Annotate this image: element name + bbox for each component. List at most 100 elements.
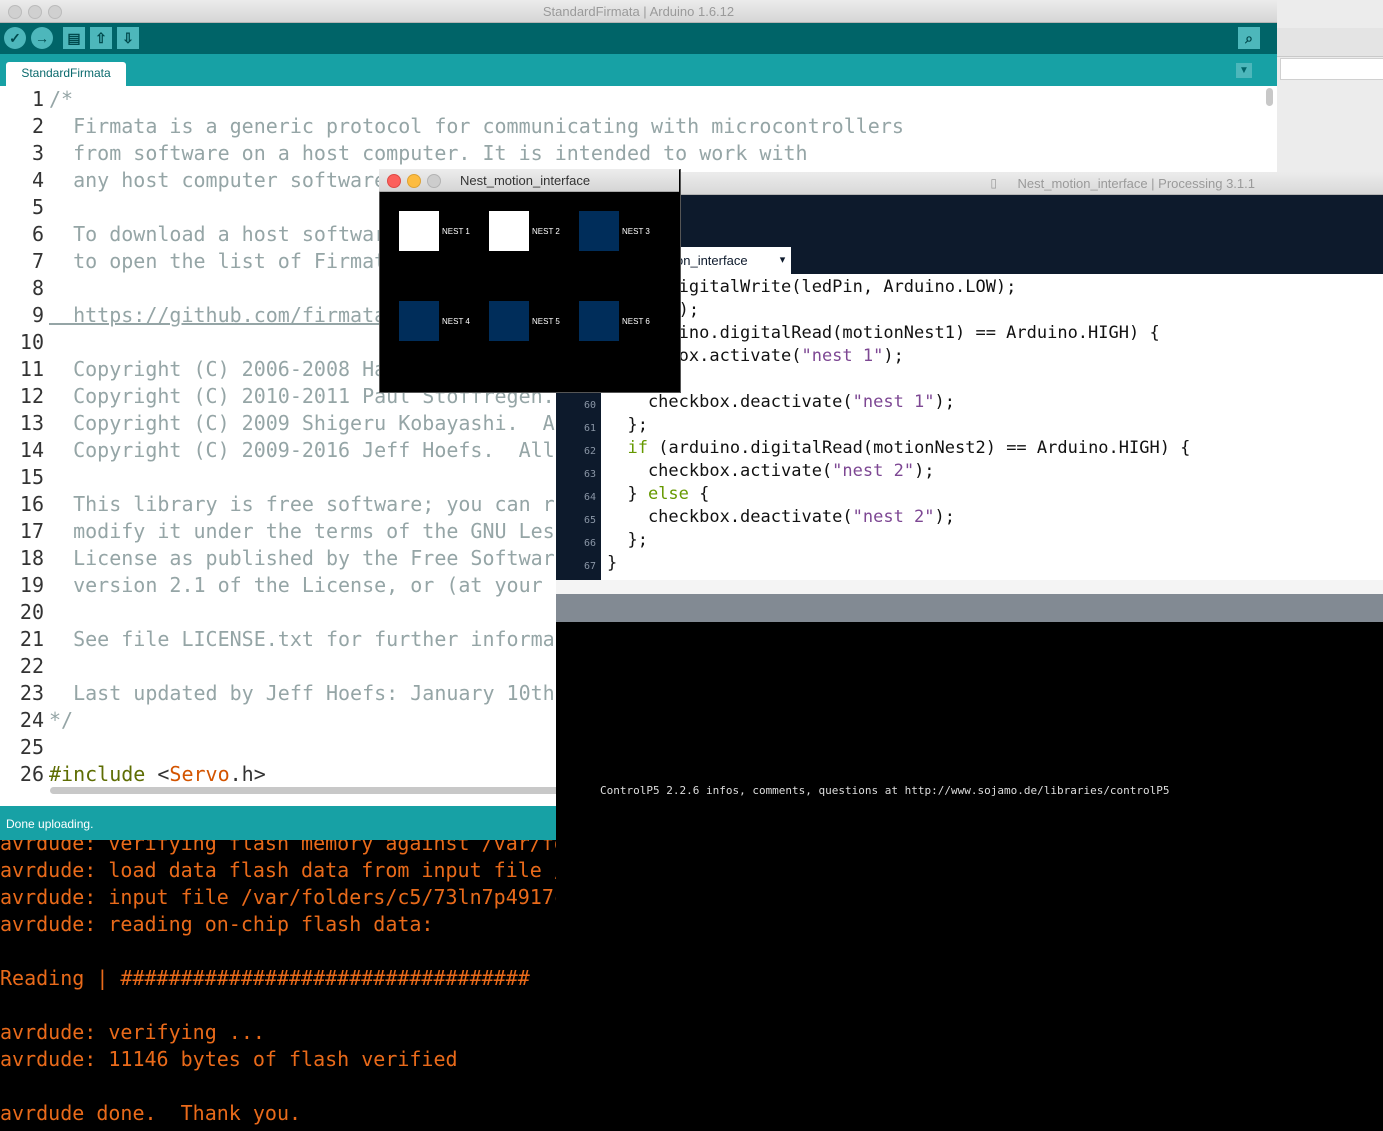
code-line: Last updated by Jeff Hoefs: January 10th	[49, 681, 555, 705]
line-number: 26	[19, 762, 44, 786]
line-number: 65	[583, 515, 596, 526]
line-number: 60	[583, 400, 596, 411]
console-line: avrdude: verifying ...	[0, 1020, 265, 1044]
arduino-tab-bar	[0, 54, 1277, 86]
new-file-icon: ▤	[67, 30, 81, 46]
line-number: 22	[19, 654, 44, 678]
line-number: 13	[19, 411, 44, 435]
document-icon: ▯	[990, 176, 997, 190]
chevron-down-icon: ▾	[779, 254, 786, 266]
nest-toggle-3[interactable]	[579, 211, 619, 251]
tab-nest-motion-interface[interactable]: on_interface	[672, 247, 776, 274]
line-number: 4	[31, 168, 44, 192]
include-extension: .h>	[229, 762, 266, 786]
status-message: Done uploading.	[6, 817, 94, 831]
nest-toggle-6[interactable]	[579, 301, 619, 341]
code-line: checkbox.deactivate("nest 2");	[607, 507, 956, 527]
code-line: Firmata is a generic protocol for commun…	[49, 114, 904, 138]
code-line: }	[607, 553, 618, 573]
line-number: 67	[583, 561, 596, 572]
processing-window-title: Nest_motion_interface | Processing 3.1.1	[1017, 176, 1255, 191]
code-line: To download a host softwar	[49, 222, 387, 246]
include-directive: #include	[49, 762, 146, 786]
nest-toggle-1[interactable]	[399, 211, 439, 251]
console-line: avrdude: 11146 bytes of flash verified	[0, 1047, 458, 1071]
open-sketch-button[interactable]: ⇧	[90, 27, 112, 49]
minimize-button[interactable]	[407, 174, 421, 188]
console-line: Reading | ##############################…	[0, 966, 530, 990]
include-library: Servo	[169, 762, 230, 786]
code-line: See file LICENSE.txt for further informa	[49, 627, 555, 651]
vertical-scrollbar[interactable]	[1266, 88, 1273, 106]
code-line: modify it under the terms of the GNU Les	[49, 519, 555, 543]
zoom-button[interactable]	[427, 174, 441, 188]
code-line: Copyright (C) 2006-2008 Ha	[49, 357, 387, 381]
line-number: 17	[19, 519, 44, 543]
line-number: 18	[19, 546, 44, 570]
include-bracket: <	[145, 762, 170, 786]
sketch-window-title: Nest_motion_interface	[460, 173, 591, 188]
nest-toggle-5[interactable]	[489, 301, 529, 341]
code-line: } else {	[607, 484, 710, 504]
code-line: Copyright (C) 2009 Shigeru Kobayashi. A	[49, 411, 555, 435]
processing-code-editor[interactable]	[601, 274, 1383, 580]
console-line: avrdude: load data flash data from input…	[0, 858, 556, 882]
code-line: arduino.digitalRead(motionNest1) == Ardu…	[607, 323, 1160, 343]
background-window-toolbar	[1277, 28, 1383, 57]
processing-console	[556, 622, 1383, 1131]
processing-tab-menu-button[interactable]: ▾	[774, 247, 791, 274]
processing-console-text: ControlP5 2.2.6 infos, comments, questio…	[600, 784, 1170, 797]
background-window	[1277, 0, 1383, 180]
line-number: 19	[19, 573, 44, 597]
upload-button[interactable]: →	[31, 27, 53, 49]
code-line: This library is free software; you can r	[49, 492, 555, 516]
line-number: 3	[31, 141, 44, 165]
close-button[interactable]	[387, 174, 401, 188]
nest-label: NEST 4	[442, 317, 470, 326]
code-line: from software on a host computer. It is …	[49, 141, 808, 165]
code-line: */	[49, 708, 74, 732]
tab-menu-button[interactable]: ▼	[1236, 63, 1252, 78]
download-arrow-icon: ⇩	[122, 30, 134, 46]
arduino-status-bar: Done uploading.	[0, 806, 560, 840]
line-number: 15	[19, 465, 44, 489]
horizontal-scrollbar[interactable]	[50, 787, 570, 794]
line-number: 63	[583, 469, 596, 480]
nest-toggle-2[interactable]	[489, 211, 529, 251]
sketch-titlebar: Nest_motion_interface	[379, 169, 679, 192]
save-sketch-button[interactable]: ⇩	[117, 27, 139, 49]
verify-button[interactable]: ✓	[4, 27, 26, 49]
code-line: };	[607, 530, 648, 550]
line-number: 64	[583, 492, 596, 503]
line-number: 61	[583, 423, 596, 434]
code-line: any host computer software	[49, 168, 387, 192]
line-number: 62	[583, 446, 596, 457]
code-line: Copyright (C) 2009-2016 Jeff Hoefs. All	[49, 438, 555, 462]
nest-toggle-4[interactable]	[399, 301, 439, 341]
serial-monitor-button[interactable]: ⌕	[1238, 27, 1260, 49]
new-sketch-button[interactable]: ▤	[63, 27, 85, 49]
line-number: 7	[31, 249, 44, 273]
background-window-field	[1280, 58, 1383, 80]
code-line: to open the list of Firmat	[49, 249, 387, 273]
code-line: https://github.com/firmata	[49, 303, 387, 327]
line-number: 11	[19, 357, 44, 381]
line-number: 24	[19, 708, 44, 732]
arrow-right-icon: →	[35, 30, 49, 46]
editor-console-divider[interactable]	[556, 580, 1383, 594]
line-number: 8	[31, 276, 44, 300]
nest-label: NEST 2	[532, 227, 560, 236]
line-number: 2	[31, 114, 44, 138]
console-line: avrdude: verifying flash memory against …	[0, 840, 556, 855]
line-number: 25	[19, 735, 44, 759]
tab-standardfirmata[interactable]: StandardFirmata	[6, 62, 126, 86]
code-line: /*	[49, 87, 74, 111]
console-line: avrdude done. Thank you.	[0, 1101, 302, 1125]
upload-arrow-icon: ⇧	[95, 30, 107, 46]
nest-label: NEST 5	[532, 317, 560, 326]
line-number: 9	[31, 303, 44, 327]
line-number: 14	[19, 438, 44, 462]
line-number: 12	[19, 384, 44, 408]
line-number: 16	[19, 492, 44, 516]
processing-console-bar	[556, 594, 1383, 622]
